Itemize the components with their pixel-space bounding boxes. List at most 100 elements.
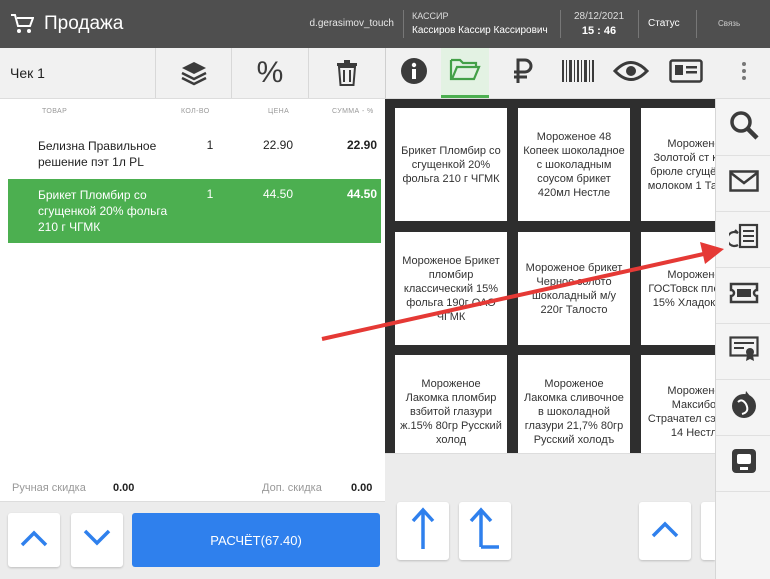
mail-button[interactable]: [716, 155, 770, 212]
arrow-up-icon: [411, 506, 435, 556]
item-qty: 1: [206, 138, 214, 152]
product-tile[interactable]: Мороженое Максибон Страчател сэндвич 14 …: [641, 355, 715, 468]
cart-icon: [10, 13, 35, 35]
customer-card-button[interactable]: [662, 48, 710, 98]
receipt-row[interactable]: Белизна Правильное решение пэт 1л PL 1 2…: [8, 130, 381, 178]
info-icon: [400, 57, 428, 90]
ruble-icon: [512, 57, 534, 90]
item-qty: 1: [206, 187, 214, 201]
item-name: Брикет Пломбир со сгущенкой 20% фольга 2…: [38, 188, 168, 234]
barcode-icon: [561, 58, 595, 89]
status-button[interactable]: Статус: [648, 18, 680, 29]
product-tile-label: Мороженое ГОСТовск пломбир 15% Хладокомб…: [648, 268, 715, 309]
product-tile-label: Мороженое Лакомка сливочное в шоколадной…: [524, 377, 624, 446]
header-divider: [403, 10, 404, 38]
cashier-name: Кассиров Кассир Кассирович: [412, 25, 548, 36]
receipt-table-header: ТОВАР КОЛ-ВО ЦЕНА СУММА - %: [0, 100, 385, 124]
user-login: d.gerasimov_touch: [309, 18, 395, 29]
catalog-up-button[interactable]: [397, 502, 449, 560]
date-label: 28/12/2021: [573, 11, 625, 22]
search-icon: [729, 110, 759, 145]
bonus-icon: [730, 390, 758, 425]
header-divider: [638, 10, 639, 38]
delete-button[interactable]: [308, 48, 385, 98]
eye-icon: [612, 60, 650, 87]
page-title: Продажа: [44, 13, 124, 34]
extra-discount-value: 0.00: [351, 482, 373, 494]
product-tile[interactable]: Мороженое брикет Черное золото шоколадны…: [518, 232, 630, 345]
search-button[interactable]: [716, 99, 770, 156]
extra-discount-label: Доп. скидка: [262, 482, 322, 494]
ticket-button[interactable]: [716, 267, 770, 324]
certificate-icon: [728, 335, 759, 367]
certificate-button[interactable]: [716, 323, 770, 380]
more-menu-button[interactable]: [720, 48, 768, 98]
discount-summary: Ручная скидка 0.00 Доп. скидка 0.00: [0, 476, 385, 498]
layers-button[interactable]: [155, 48, 232, 98]
product-tile[interactable]: Мороженое Золотой ст крем-брюле сгущённы…: [641, 108, 715, 221]
receipt-panel: Чек 1 % ТОВАР КОЛ-ВО ЦЕНА СУММА - % Бели: [0, 48, 385, 579]
product-tile[interactable]: Мороженое Брикет пломбир классический 15…: [395, 232, 507, 345]
chevron-up-icon: [19, 528, 49, 553]
product-tile-label: Мороженое брикет Черное золото шоколадны…: [525, 261, 623, 316]
receipt-actions: РАСЧЁТ(67.40): [0, 501, 385, 579]
terminal-icon: [730, 447, 758, 480]
pos-screen: Продажа d.gerasimov_touch КАССИР Кассиро…: [0, 0, 770, 579]
id-card-icon: [669, 58, 703, 88]
catalog-home-up-button[interactable]: [459, 502, 511, 560]
product-tile[interactable]: Мороженое ГОСТовск пломбир 15% Хладокомб…: [641, 232, 715, 345]
item-sum: 22.90: [346, 138, 377, 152]
trash-icon: [336, 60, 358, 86]
catalog-scroll-down-button[interactable]: [701, 502, 715, 560]
product-tile[interactable]: Брикет Пломбир со сгущенкой 20% фольга 2…: [395, 108, 507, 221]
header-divider: [696, 10, 697, 38]
arrow-up-corner-icon: [469, 506, 501, 556]
item-name: Белизна Правильное решение пэт 1л PL: [38, 139, 157, 169]
receipt-row-selected[interactable]: Брикет Пломбир со сгущенкой 20% фольга 2…: [8, 179, 381, 243]
product-tile-label: Брикет Пломбир со сгущенкой 20% фольга 2…: [401, 144, 501, 185]
layers-icon: [180, 60, 208, 86]
connection-button[interactable]: Связь: [718, 19, 740, 28]
payment-ruble-button[interactable]: [499, 48, 547, 98]
item-price: 44.50: [262, 187, 294, 201]
mail-icon: [728, 169, 759, 197]
manual-discount-value: 0.00: [113, 482, 135, 494]
ticket-icon: [729, 282, 759, 309]
product-tile[interactable]: Мороженое Лакомка сливочное в шоколадной…: [518, 355, 630, 468]
receipt-label: Чек 1: [10, 65, 45, 81]
more-vertical-icon: [741, 61, 747, 86]
bonus-button[interactable]: [716, 379, 770, 436]
catalog-folder-button[interactable]: [441, 48, 489, 98]
chevron-up-icon: [650, 519, 680, 544]
barcode-button[interactable]: [554, 48, 602, 98]
percent-icon: %: [256, 56, 284, 89]
header-divider: [560, 10, 561, 38]
info-button[interactable]: [390, 48, 438, 98]
chevron-down-icon: [82, 528, 112, 553]
catalog-scroll-up-button[interactable]: [639, 502, 691, 560]
catalog-navigation: [385, 453, 715, 579]
receipt-return-icon: [725, 223, 759, 256]
role-label: КАССИР: [412, 11, 449, 21]
product-tile[interactable]: Мороженое Лакомка пломбир взбитой глазур…: [395, 355, 507, 468]
action-sidebar: [715, 99, 770, 579]
view-button[interactable]: [607, 48, 655, 98]
time-label: 15 : 46: [581, 25, 617, 37]
pay-button[interactable]: РАСЧЁТ(67.40): [132, 513, 380, 567]
product-tile[interactable]: Мороженое 48 Копеек шоколадное с шоколад…: [518, 108, 630, 221]
item-sum: 44.50: [346, 187, 377, 201]
scroll-down-button[interactable]: [71, 513, 123, 567]
product-tile-label: Мороженое 48 Копеек шоколадное с шоколад…: [523, 130, 625, 199]
product-tile-label: Мороженое Золотой ст крем-брюле сгущённы…: [647, 137, 715, 192]
return-receipt-button[interactable]: [716, 211, 770, 268]
column-header: КОЛ-ВО: [181, 108, 210, 115]
top-bar: Продажа d.gerasimov_touch КАССИР Кассиро…: [0, 0, 770, 48]
product-tile-label: Мороженое Брикет пломбир классический 15…: [402, 254, 500, 323]
scroll-up-button[interactable]: [8, 513, 60, 567]
product-tile-label: Мороженое Лакомка пломбир взбитой глазур…: [400, 377, 502, 446]
manual-discount-label: Ручная скидка: [12, 482, 86, 494]
product-grid: Брикет Пломбир со сгущенкой 20% фольга 2…: [385, 99, 715, 474]
terminal-button[interactable]: [716, 435, 770, 492]
receipt-toolbar: Чек 1 %: [0, 48, 385, 99]
discount-button[interactable]: %: [231, 48, 308, 98]
